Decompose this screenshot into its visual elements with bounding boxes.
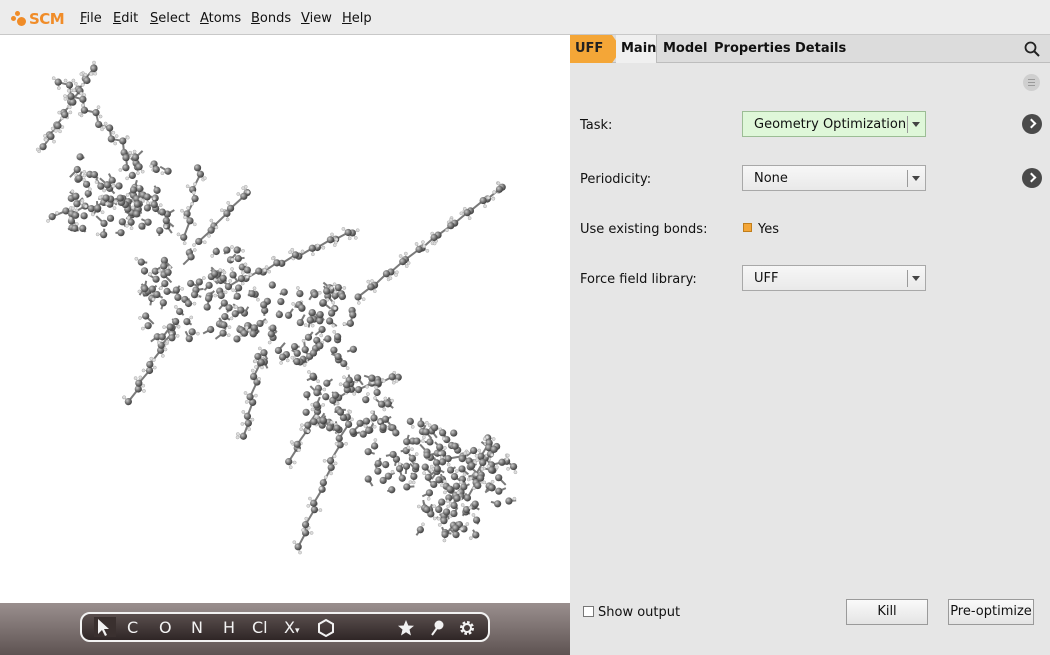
other-element-tool[interactable]: X▾ xyxy=(284,618,300,637)
panel-menu-icon[interactable] xyxy=(1023,74,1040,91)
use-bonds-checkbox[interactable] xyxy=(743,223,752,232)
logo-text: SCM xyxy=(29,10,65,28)
molecule-viewer[interactable] xyxy=(0,35,570,603)
chevron-down-icon xyxy=(912,122,920,127)
menu-help[interactable]: Help xyxy=(342,11,372,26)
chevron-down-icon xyxy=(912,276,920,281)
force-field-value: UFF xyxy=(754,271,779,286)
settings-panel xyxy=(570,63,1050,655)
pointer-icon[interactable] xyxy=(94,617,116,637)
use-bonds-value[interactable]: Yes xyxy=(758,222,779,237)
tab-engine-uff[interactable]: UFF xyxy=(570,35,612,63)
force-field-label: Force field library: xyxy=(580,272,697,287)
force-field-select[interactable]: UFF xyxy=(742,265,926,291)
menu-select[interactable]: Select xyxy=(150,11,190,26)
task-details-arrow-icon[interactable] xyxy=(1022,114,1042,134)
menu-file[interactable]: File xyxy=(80,11,102,26)
menubar: SCM File Edit Select Atoms Bonds View He… xyxy=(0,0,1050,35)
kill-button[interactable]: Kill xyxy=(846,599,928,625)
menu-bonds[interactable]: Bonds xyxy=(251,11,291,26)
chlorine-tool[interactable]: Cl xyxy=(252,618,268,637)
menu-edit[interactable]: Edit xyxy=(113,11,138,26)
task-label: Task: xyxy=(580,118,613,133)
tab-main[interactable]: Main xyxy=(616,35,657,63)
carbon-tool[interactable]: C xyxy=(127,618,138,637)
use-bonds-label: Use existing bonds: xyxy=(580,222,708,237)
periodicity-label: Periodicity: xyxy=(580,172,652,187)
molecule-structure[interactable] xyxy=(0,35,570,603)
periodicity-select[interactable]: None xyxy=(742,165,926,191)
menu-atoms[interactable]: Atoms xyxy=(200,11,241,26)
oxygen-tool[interactable]: O xyxy=(159,618,172,637)
hexagon-icon[interactable] xyxy=(317,618,335,641)
preoptimize-button[interactable]: Pre-optimize xyxy=(948,599,1034,625)
search-icon[interactable] xyxy=(1024,41,1040,57)
periodicity-value: None xyxy=(754,171,788,186)
chevron-down-icon xyxy=(912,176,920,181)
tab-details[interactable]: Details xyxy=(795,41,846,56)
task-value: Geometry Optimization xyxy=(754,117,907,132)
periodicity-details-arrow-icon[interactable] xyxy=(1022,168,1042,188)
nitrogen-tool[interactable]: N xyxy=(191,618,203,637)
gear-icon[interactable] xyxy=(458,619,476,641)
menu-view[interactable]: View xyxy=(301,11,332,26)
task-select[interactable]: Geometry Optimization xyxy=(742,111,926,137)
tab-model[interactable]: Model xyxy=(663,41,707,56)
tab-properties[interactable]: Properties xyxy=(714,41,791,56)
scm-logo-icon xyxy=(9,10,29,28)
pin-icon[interactable] xyxy=(429,619,447,641)
show-output-label[interactable]: Show output xyxy=(598,605,680,620)
atom-toolbar: C O N H Cl X▾ xyxy=(80,612,490,642)
show-output-checkbox[interactable] xyxy=(583,606,594,617)
hydrogen-tool[interactable]: H xyxy=(223,618,235,637)
scm-logo[interactable]: SCM xyxy=(9,9,65,29)
star-icon[interactable] xyxy=(397,619,415,641)
